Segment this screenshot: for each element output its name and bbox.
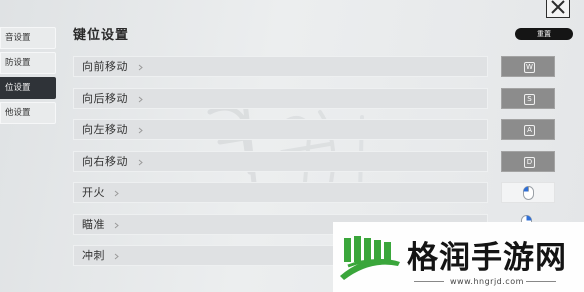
keybind-row-forward[interactable]: 向前移动 W [73,56,555,77]
keycap-d: D [524,156,535,168]
sidebar-item-audio[interactable]: 音设置 [0,27,56,49]
chevron-right-icon [138,127,143,134]
reset-button[interactable]: 重置 [515,28,573,40]
keycap-w: W [524,62,535,73]
chevron-right-icon [114,253,119,260]
sidebar-item-keybinds[interactable]: 位设置 [0,77,56,99]
key-binding-button[interactable]: S [501,87,555,109]
watermark-divider [526,281,556,282]
settings-sidebar: 音设置 防设置 位设置 他设置 [0,27,56,127]
page-title: 键位设置 [73,28,130,43]
keycap-s: S [524,93,535,105]
watermark-divider [414,281,444,282]
keycap-a: A [524,125,535,136]
keybind-label: 向右移动 [82,154,128,168]
keybind-label: 向前移动 [82,60,128,73]
keybind-row-left[interactable]: 向左移动 A [73,119,555,140]
sidebar-item-display[interactable]: 防设置 [0,52,56,74]
keybind-label: 开火 [82,186,105,199]
keybind-row-right[interactable]: 向右移动 D [73,150,555,172]
site-logo-icon [340,236,400,280]
key-binding-button[interactable]: D [501,150,555,172]
mouse-left-icon [523,186,534,200]
key-binding-button[interactable]: W [501,56,555,77]
key-binding-button[interactable] [501,182,555,203]
close-icon [551,0,565,14]
key-binding-button[interactable]: A [501,119,555,140]
chevron-right-icon [138,159,143,165]
keybind-row-backward[interactable]: 向后移动 S [73,87,555,109]
keybind-label: 冲刺 [82,249,105,262]
keybind-label: 向左移动 [82,123,128,136]
keybind-row-fire[interactable]: 开火 [73,182,555,203]
keybind-label: 瞄准 [82,217,105,231]
watermark-title: 格润手游网 [407,240,567,276]
chevron-right-icon [138,64,143,71]
close-button[interactable] [546,0,570,18]
chevron-right-icon [138,96,143,102]
chevron-right-icon [114,222,119,228]
watermark-url: www.hngrjd.com [450,277,524,286]
keybind-label: 向后移动 [82,91,128,105]
chevron-right-icon [114,190,119,197]
sidebar-item-other[interactable]: 他设置 [0,102,56,124]
